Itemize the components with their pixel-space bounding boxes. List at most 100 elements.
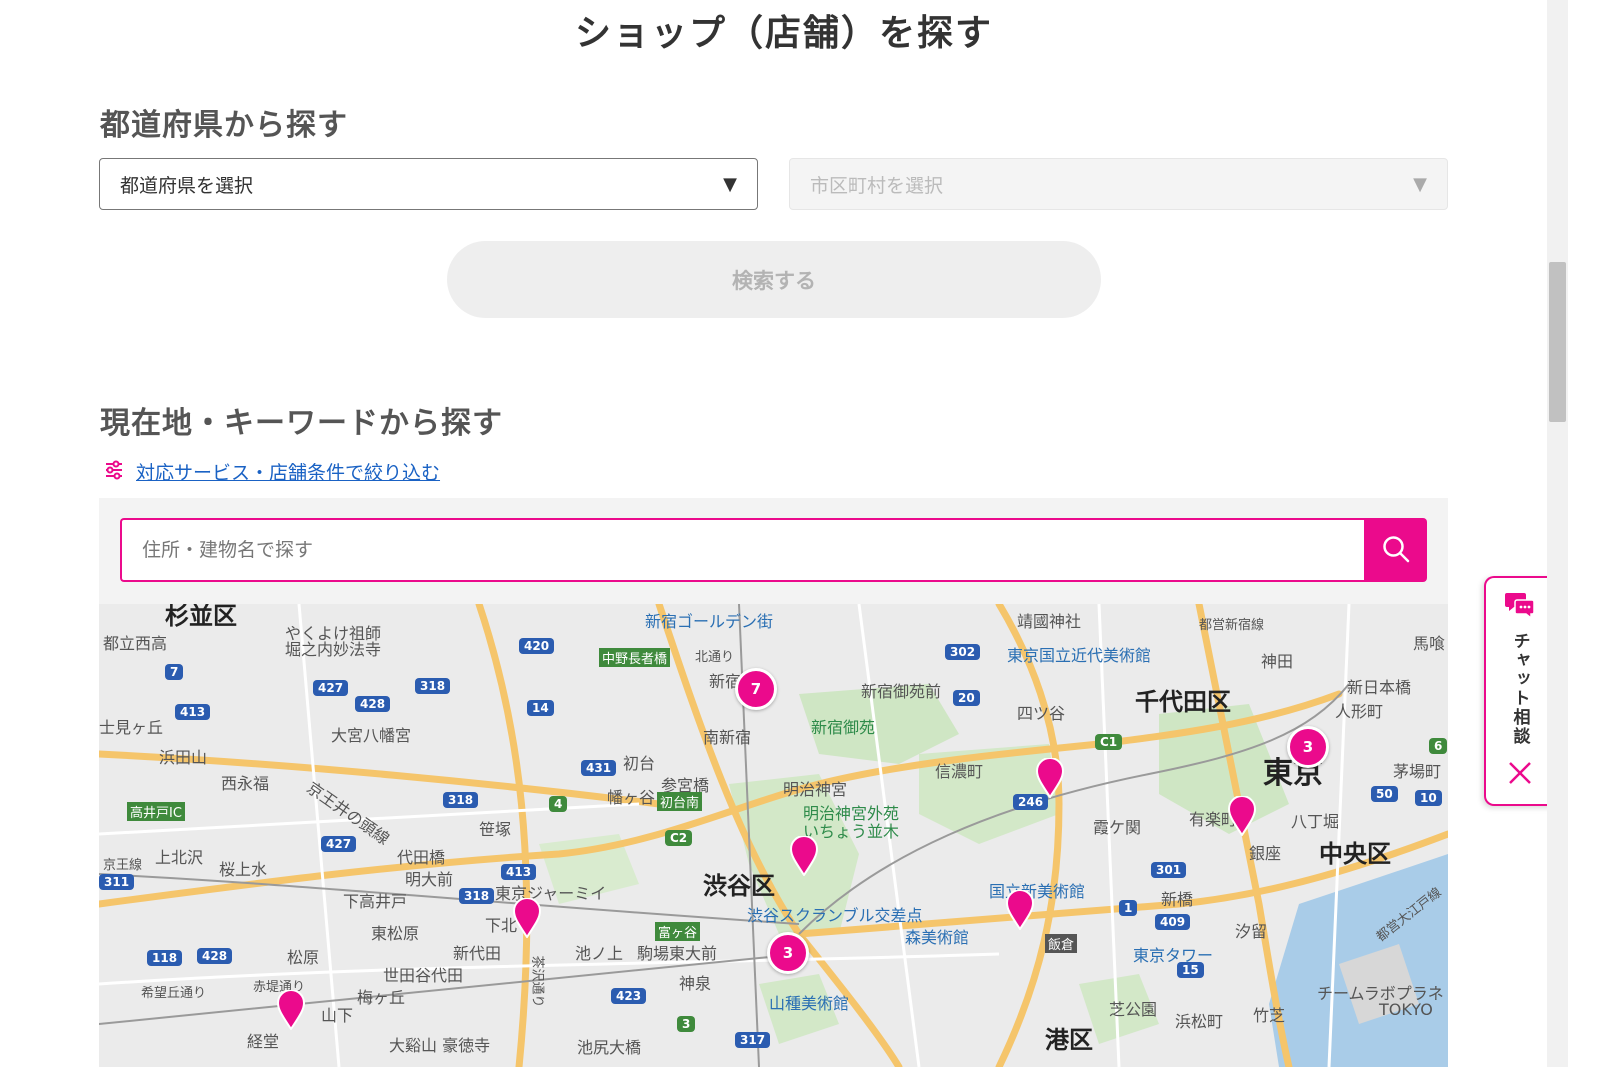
map-label-shinbashi: 新橋	[1161, 890, 1194, 909]
store-pin-marker[interactable]	[790, 836, 818, 876]
prefecture-select-value: 都道府県を選択	[120, 174, 254, 197]
route-shield: 302	[945, 644, 981, 660]
map-label-hatsudai-minami: 初台南	[657, 792, 703, 811]
route-shield: 318	[415, 678, 451, 694]
map-label-yotsuya: 四ツ谷	[1017, 704, 1066, 723]
route-shield: 14	[527, 700, 554, 716]
map-label-kamikitazawa: 上北沢	[155, 848, 204, 867]
store-pin-marker[interactable]	[1006, 890, 1034, 930]
map-label-kasumigaseki: 霞ケ関	[1093, 818, 1142, 837]
map-label-chazawa: 茶沢通り	[529, 955, 545, 1008]
search-icon	[1381, 534, 1411, 567]
chat-consult-widget[interactable]: チャット相談	[1484, 576, 1554, 806]
triangle-down-icon: ▼	[1413, 173, 1427, 195]
map-label-shindaita: 新代田	[453, 944, 502, 963]
map-label-nishieifuku: 西永福	[221, 774, 270, 793]
filter-link-text: 対応サービス・店舗条件で絞り込む	[136, 462, 441, 484]
route-shield: 318	[443, 792, 479, 808]
map-label-suginami: 杉並区	[165, 604, 237, 630]
map-label-komaba: 駒場東大前	[637, 944, 718, 963]
map-label-yamashita: 山下	[321, 1006, 354, 1025]
map-label-takaido-ic: 高井戸IC	[127, 802, 185, 821]
map-label-sakurajosui: 桜上水	[219, 860, 268, 879]
store-pin-marker[interactable]	[1036, 758, 1064, 798]
page-title: ショップ（店舗）を探す	[574, 13, 993, 54]
route-shield: 311	[99, 874, 135, 890]
route-shield: 427	[321, 836, 357, 852]
map-label-hatchobori: 八丁堀	[1291, 812, 1340, 831]
route-shield: 420	[519, 638, 555, 654]
map-label-meiji-jingu: 明治神宮	[783, 780, 848, 799]
map-label-nact: 国立新美術館	[989, 882, 1086, 901]
filter-conditions-link[interactable]: 対応サービス・店舗条件で絞り込む	[104, 458, 440, 485]
store-pin-marker[interactable]	[277, 990, 305, 1030]
route-shield: 427	[313, 680, 349, 696]
map-label-golden-gai: 新宿ゴールデン街	[645, 612, 774, 631]
map-label-shinanomachi: 信濃町	[935, 762, 984, 781]
map-label-kanda: 神田	[1261, 652, 1294, 671]
route-shield: 15	[1177, 962, 1204, 978]
route-shield: 10	[1415, 790, 1442, 806]
route-shield: C1	[1095, 734, 1123, 750]
route-shield: 413	[501, 864, 537, 880]
map-label-toei-shinjuku: 都営新宿線	[1199, 618, 1265, 633]
map-label-minato: 港区	[1045, 1026, 1093, 1054]
map-label-kitadori: 北通り	[695, 650, 735, 665]
address-search-input[interactable]	[120, 518, 1366, 582]
map-label-gyoen: 新宿御苑	[811, 718, 876, 737]
map-label-nakano-choja: 中野長者橋	[599, 648, 671, 667]
map-label-takeshiba: 竹芝	[1253, 1006, 1286, 1025]
search-button[interactable]: 検索する	[447, 241, 1101, 318]
city-select[interactable]: 市区町村を選択 ▼	[789, 158, 1448, 210]
map-label-daitabashi: 代田橋	[397, 848, 446, 867]
scrollbar-track[interactable]	[1547, 0, 1568, 1067]
prefecture-select[interactable]: 都道府県を選択 ▼	[99, 158, 758, 210]
triangle-down-icon: ▼	[723, 173, 737, 195]
map-label-omiya: 大宮八幡宮	[331, 726, 412, 745]
map-label-iikura: 飯倉	[1045, 934, 1078, 953]
map-label-tokyo-camii: 東京ジャーミイ	[495, 884, 607, 903]
route-shield: 1	[1119, 900, 1138, 916]
map-label-minami-shinjuku: 南新宿	[703, 728, 752, 747]
map-label-kayabacho: 茅場町	[1393, 762, 1442, 781]
route-shield: C2	[665, 830, 693, 846]
store-pin-marker[interactable]	[1228, 796, 1256, 836]
sliders-icon	[104, 460, 124, 484]
prefecture-section-title: 都道府県から探す	[100, 108, 348, 143]
chat-bubble-icon	[1504, 590, 1536, 624]
route-shield: 431	[581, 760, 617, 776]
map-label-keio-line: 京王線	[103, 858, 143, 873]
store-pin-marker[interactable]	[513, 898, 541, 938]
map-label-bakurocho: 馬喰	[1413, 634, 1446, 653]
route-shield: 409	[1155, 914, 1191, 930]
store-cluster-marker[interactable]: 3	[767, 932, 809, 974]
map-label-ningyocho: 人形町	[1335, 702, 1384, 721]
map-label-toritsu-nishi: 都立西高	[103, 634, 168, 653]
map-label-chiyoda: 千代田区	[1135, 688, 1231, 716]
map-label-shibuya: 渋谷区	[703, 872, 775, 900]
keyword-search-button[interactable]	[1364, 518, 1427, 582]
map-label-hatsudai: 初台	[623, 754, 656, 773]
store-map[interactable]: 杉並区 都立西高 やくよけ祖師 堀之内妙法寺 新宿ゴールデン街 靖國神社 東京国…	[99, 604, 1448, 1067]
map-label-shiodome: 汐留	[1235, 922, 1268, 941]
store-cluster-marker[interactable]: 7	[735, 668, 777, 710]
scrollbar-thumb[interactable]	[1549, 262, 1566, 422]
city-select-value: 市区町村を選択	[810, 174, 944, 197]
close-icon[interactable]	[1507, 760, 1533, 790]
route-shield: 301	[1151, 862, 1187, 878]
chat-label: チャット相談	[1509, 632, 1530, 746]
map-label-ikejiri: 池尻大橋	[577, 1038, 642, 1057]
route-shield: 4	[549, 796, 568, 812]
map-label-kyodo: 経堂	[247, 1032, 280, 1051]
map-label-matsubara: 松原	[287, 948, 320, 967]
route-shield: 3	[677, 1016, 696, 1032]
route-shield: 118	[147, 950, 183, 966]
route-shield: 413	[175, 704, 211, 720]
route-shield: 20	[953, 690, 980, 706]
map-label-kiboogaoka: 希望丘通り	[141, 986, 207, 1001]
map-label-sasazuka: 笹塚	[479, 820, 512, 839]
store-cluster-marker[interactable]: 3	[1287, 726, 1329, 768]
map-label-shinsen: 神泉	[679, 974, 712, 993]
map-label-hatagaya: 幡ヶ谷	[607, 788, 656, 807]
map-label-shimotakaido: 下高井戸	[343, 892, 408, 911]
